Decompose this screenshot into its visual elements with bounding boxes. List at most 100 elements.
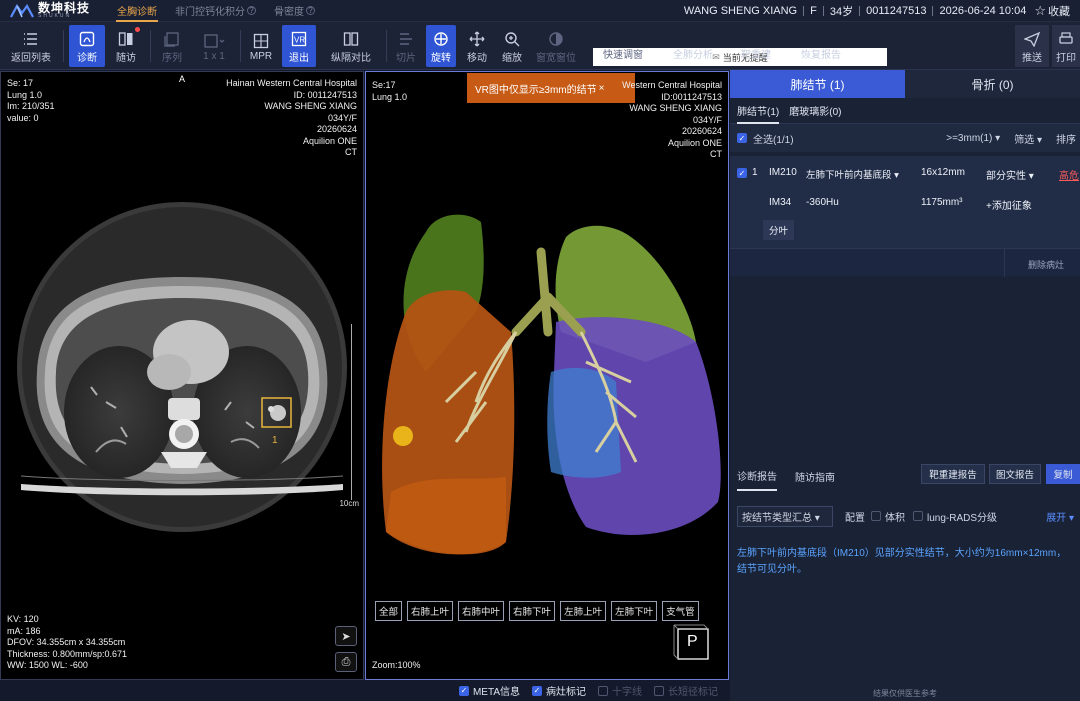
logo-icon [10, 3, 34, 18]
print-button[interactable]: 打印 [1052, 25, 1080, 67]
vr-overlay-top-left: Se:17 Lung 1.0 [372, 80, 408, 102]
slice-icon [398, 29, 414, 49]
subtab-ggo[interactable]: 磨玻璃影(0) [789, 97, 841, 124]
send-button[interactable]: 推送 [1015, 25, 1049, 67]
disclaimer: 结果仅供医生参考 [873, 689, 937, 698]
help-icon: ? [247, 6, 256, 15]
image-text-report-button[interactable]: 图文报告 [989, 464, 1041, 484]
lungrads-checkbox[interactable] [913, 511, 923, 521]
sign-tag-lobulated[interactable]: 分叶 [763, 220, 795, 240]
back-to-list-button[interactable]: 返回列表 [6, 25, 56, 67]
nodule-location-dropdown[interactable]: 左肺下叶前内基底段 ▾ [806, 167, 899, 181]
nodule-volume: 1175mm³ [921, 197, 963, 208]
patient-id: 0011247513 [866, 5, 927, 17]
orientation-label: A [179, 74, 186, 84]
copy-button[interactable]: 复制 [1046, 464, 1080, 484]
rotate-button[interactable]: 旋转 [426, 25, 456, 67]
segment-rul-button[interactable]: 右肺上叶 [407, 601, 454, 621]
segment-lul-button[interactable]: 左肺上叶 [560, 601, 607, 621]
tab-fracture[interactable]: 骨折 (0) [905, 70, 1080, 98]
mediastinal-compare-button[interactable]: 纵隔对比 [324, 25, 378, 67]
summary-mode-select[interactable]: 按结节类型汇总 ▾ [737, 505, 833, 527]
target-recon-button[interactable]: 靶重建 [736, 40, 776, 66]
ct-axial-viewport[interactable]: 1 A Se: 17 Lung 1.0 Im: 210/351 value: 0 Ha… [0, 71, 364, 680]
target-recon-report-button[interactable]: 靶重建报告 [921, 464, 985, 484]
printer-icon: ⎙ [341, 655, 351, 668]
diagnose-button[interactable]: 诊断 [69, 25, 105, 67]
orientation-cube[interactable]: P [672, 621, 714, 663]
favorite-button[interactable]: ☆ 收藏 [1032, 3, 1080, 19]
filter-dropdown[interactable]: 筛选 ▾ [1014, 131, 1042, 146]
nodule-checkbox[interactable]: ✓ [737, 168, 747, 178]
move-icon [469, 29, 485, 49]
zoom-button[interactable]: 缩放 [496, 25, 528, 67]
logo: 数坤科技 SHUKUN [10, 2, 100, 19]
segment-rll-button[interactable]: 右肺下叶 [509, 601, 556, 621]
nodule-type-dropdown[interactable]: 部分实性 ▾ [986, 167, 1034, 182]
window-level-button[interactable]: 窗宽窗位 [532, 25, 580, 67]
list-icon [23, 29, 39, 49]
ct-axial-image: 1 [17, 202, 347, 532]
segment-rml-button[interactable]: 右肺中叶 [458, 601, 505, 621]
meta-info-toggle[interactable]: ✓ META信息 [458, 683, 520, 698]
subtab-nodule[interactable]: 肺结节(1) [737, 97, 780, 124]
lesion-mark-toggle[interactable]: ✓ 病灶标记 [532, 683, 586, 698]
vr-lung-render [382, 214, 721, 555]
overlay-top-right: Hainan Western Central Hospital ID: 00112… [226, 78, 357, 157]
followup-icon [118, 29, 134, 49]
overlay-bottom-left: KV: 120 mA: 186 DFOV: 34.355cm x 34.355cm T… [7, 614, 128, 670]
add-sign-button[interactable]: +添加征象 [986, 197, 1032, 212]
volume-option-label: 体积 [885, 512, 905, 524]
patient-name: WANG SHENG XIANG [683, 5, 798, 17]
tab-followup-guide[interactable]: 随访指南 [795, 469, 835, 484]
series-button[interactable]: 序列 [154, 25, 190, 67]
scale-ruler-label: 10cm [339, 499, 359, 508]
segment-lll-button[interactable]: 左肺下叶 [611, 601, 658, 621]
size-filter-dropdown[interactable]: >=3mm(1) ▾ [946, 133, 1000, 144]
close-icon[interactable]: × [599, 83, 605, 94]
layout-button[interactable]: 1 x 1 [194, 25, 234, 67]
exit-vr-button[interactable]: VR 退出 [282, 25, 316, 67]
quick-window-button[interactable]: 快速调窗 [598, 40, 648, 66]
send-icon [1024, 29, 1040, 49]
zoom-icon [504, 29, 520, 49]
send-view-button[interactable]: ➤ [335, 626, 357, 646]
followup-button[interactable]: 随访 [108, 25, 144, 67]
vr-viewport[interactable]: VR图中仅显示≥3mm的结节 × Se:17 Lung 1.0 Western C… [365, 71, 729, 680]
select-all-checkbox[interactable]: ✓ [737, 133, 747, 143]
delete-lesion-row: 删除病灶 [730, 248, 1080, 277]
lungrads-label: lung-RADS分级 [927, 512, 998, 524]
star-icon: ☆ [1034, 3, 1046, 18]
delete-lesion-button[interactable]: 删除病灶 [1028, 258, 1064, 271]
move-button[interactable]: 移动 [461, 25, 493, 67]
tab-chest-diagnosis[interactable]: 全胸诊断 [108, 0, 166, 22]
tab-calcium-score[interactable]: 非门控钙化积分? [166, 0, 265, 22]
risk-badge[interactable]: 高危 [1059, 167, 1079, 182]
config-label[interactable]: 配置 [845, 509, 865, 524]
scale-ruler [351, 324, 357, 500]
tab-diagnosis-report[interactable]: 诊断报告 [737, 462, 777, 491]
expand-button[interactable]: 展开 ▾ [1046, 509, 1074, 524]
vr-info-banner: VR图中仅显示≥3mm的结节 × [467, 73, 635, 103]
restore-report-button[interactable]: 恢复报告 [796, 40, 846, 66]
report-text[interactable]: 左肺下叶前内基底段（IM210）见部分实性结节，大小约为16mm×12mm， 结… [737, 546, 1080, 578]
segment-bronchus-button[interactable]: 支气管 [662, 601, 699, 621]
tab-lung-nodule[interactable]: 肺结节 (1) [730, 70, 905, 98]
crosshair-toggle[interactable]: 十字线 [598, 683, 642, 698]
svg-text:VR: VR [294, 35, 305, 44]
nodule-image-number-2[interactable]: IM34 [769, 197, 791, 208]
axis-mark-toggle[interactable]: 长短径标记 [654, 683, 718, 698]
print-view-button[interactable]: ⎙ [335, 652, 357, 672]
lung-analysis-button[interactable]: 全肺分析 [668, 40, 718, 66]
layout-icon [203, 31, 225, 51]
volume-checkbox[interactable] [871, 511, 881, 521]
slice-button[interactable]: 切片 [390, 25, 422, 67]
nodule-marker-label[interactable]: 1 [272, 435, 278, 446]
mpr-button[interactable]: MPR [244, 25, 278, 67]
nodule-image-number[interactable]: IM210 [769, 167, 797, 178]
checkbox-icon [654, 685, 664, 696]
segment-all-button[interactable]: 全部 [375, 601, 403, 621]
tab-bone-density[interactable]: 骨密度? [265, 0, 324, 22]
study-datetime: 2026-06-24 10:04 [939, 5, 1027, 17]
sort-button[interactable]: 排序 [1056, 131, 1076, 146]
